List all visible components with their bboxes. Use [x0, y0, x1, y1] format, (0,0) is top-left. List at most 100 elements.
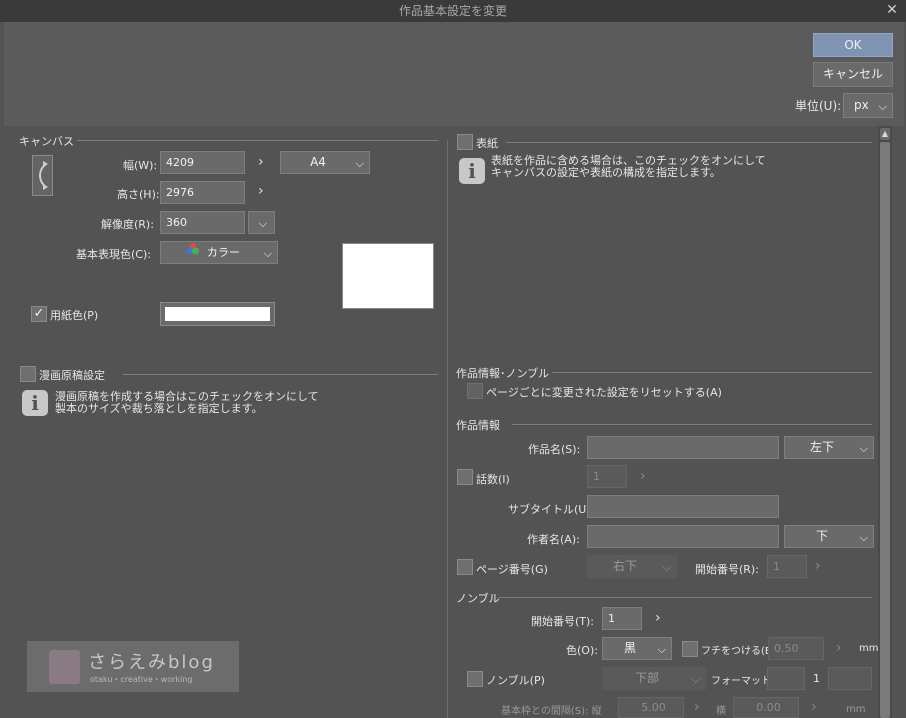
work-info-nombre-header: 作品情報･ノンブル [456, 365, 872, 380]
page-number-position-value: 右下 [612, 559, 637, 573]
width-label: 幅(W): [123, 159, 158, 172]
nombre-section-title: ノンブル [456, 592, 500, 605]
unit-select[interactable]: px ⌵ [843, 93, 893, 118]
title-position-select[interactable]: 左下 ⌵ [784, 436, 874, 459]
nombre-section-header: ノンブル [456, 590, 872, 605]
title-label: 作品名(S): [528, 443, 581, 456]
author-position-select[interactable]: 下 ⌵ [784, 525, 874, 548]
section-divider [123, 374, 438, 375]
dialog-window: 作品基本設定を変更 ✕ OK キャンセル 単位(U): px ⌵ キャンバス 幅… [0, 0, 906, 718]
color-mode-select[interactable]: カラー ⌵ [160, 241, 278, 264]
paper-color-checkbox[interactable]: ✓ [31, 306, 47, 322]
cover-checkbox[interactable] [457, 134, 473, 150]
height-label: 高さ(H): [117, 188, 160, 201]
close-icon[interactable]: ✕ [884, 2, 900, 18]
chevron-down-icon: ⌵ [859, 531, 868, 544]
page-number-checkbox[interactable] [457, 559, 473, 575]
nombre-start-label: 開始番号(T): [531, 615, 595, 628]
resolution-dropdown-button[interactable]: ⌵ [248, 211, 275, 234]
edge-width-input[interactable]: 0.50 [768, 637, 824, 660]
chevron-right-icon[interactable]: › [640, 468, 646, 484]
nombre-color-label: 色(O): [566, 644, 598, 657]
nombre-position-select[interactable]: 下部 ⌵ [602, 667, 706, 690]
chevron-right-icon[interactable]: › [694, 699, 700, 715]
nombre-checkbox[interactable] [467, 671, 483, 687]
spacing-label: 基本枠との間隔(S): 縦 [501, 706, 602, 717]
chevron-down-icon: ⌵ [691, 673, 700, 686]
size-preset-value: A4 [310, 155, 326, 169]
scrollbar-thumb[interactable] [880, 142, 890, 718]
unit-value: px [854, 98, 869, 112]
episode-label: 話数(I) [476, 473, 510, 486]
episode-checkbox[interactable] [457, 469, 473, 485]
scroll-up-icon[interactable]: ▲ [880, 128, 890, 140]
section-divider [77, 140, 438, 141]
info-line: 製本のサイズや裁ち落としを指定します。 [55, 402, 263, 415]
title-bar: 作品基本設定を変更 ✕ [0, 0, 906, 22]
author-label: 作者名(A): [527, 533, 580, 546]
edge-checkbox[interactable] [682, 641, 698, 657]
page-number-label: ページ番号(G) [476, 563, 548, 576]
top-button-area [4, 22, 904, 126]
cancel-button[interactable]: キャンセル [813, 62, 893, 87]
chevron-right-icon[interactable]: › [815, 558, 821, 574]
title-input[interactable] [587, 436, 779, 459]
nombre-label: ノンブル(P) [486, 674, 545, 687]
format-prefix-input[interactable] [767, 667, 805, 690]
watermark-logo: さらえみblog otaku・creative・working [27, 641, 239, 692]
watermark-subtitle: otaku・creative・working [90, 675, 193, 684]
author-input[interactable] [587, 525, 779, 548]
canvas-preview [342, 243, 434, 309]
chevron-right-icon[interactable]: › [811, 699, 817, 715]
ok-button[interactable]: OK [813, 33, 893, 57]
chevron-down-icon: ⌵ [657, 643, 666, 656]
rotate-orientation-icon[interactable] [32, 155, 53, 196]
episode-input[interactable]: 1 [587, 465, 627, 488]
subtitle-input[interactable] [587, 495, 779, 518]
chevron-down-icon: ⌵ [258, 217, 267, 230]
info-icon: i [459, 158, 485, 184]
size-preset-select[interactable]: A4 ⌵ [280, 151, 370, 174]
chevron-right-icon[interactable]: › [655, 610, 661, 626]
edge-label: フチをつける(E) [701, 646, 776, 657]
nombre-start-input[interactable]: 1 [602, 607, 642, 630]
spacing-unit: mm [846, 704, 866, 715]
reset-page-settings-label: ページごとに変更された設定をリセットする(A) [486, 386, 722, 399]
page-number-position-select[interactable]: 右下 ⌵ [587, 555, 677, 578]
chevron-down-icon: ⌵ [355, 157, 364, 170]
resolution-input[interactable]: 360 [160, 211, 245, 234]
title-position-value: 左下 [809, 440, 834, 454]
section-divider [512, 424, 872, 425]
chevron-down-icon: ⌵ [859, 442, 868, 455]
spacing-vertical-input[interactable]: 5.00 [618, 697, 684, 718]
paper-color-swatch[interactable] [160, 302, 275, 326]
column-divider [447, 140, 448, 718]
width-input[interactable]: 4209 [160, 151, 245, 174]
nombre-color-select[interactable]: 黒 ⌵ [602, 637, 672, 660]
chevron-down-icon: ⌵ [662, 561, 671, 574]
start-number-input[interactable]: 1 [767, 555, 807, 578]
format-label: フォーマット: [711, 676, 775, 687]
color-mode-label: 基本表現色(C): [76, 248, 151, 261]
chevron-right-icon[interactable]: › [258, 183, 264, 199]
manga-section-header: 漫画原稿設定 [39, 367, 438, 382]
watermark-title: さらえみblog [88, 652, 215, 673]
manga-settings-checkbox[interactable] [20, 366, 36, 382]
work-info-header: 作品情報 [456, 417, 872, 432]
resolution-label: 解像度(R): [101, 218, 154, 231]
chevron-right-icon[interactable]: › [836, 640, 842, 656]
spacing-horizontal-input[interactable]: 0.00 [733, 697, 799, 718]
height-input[interactable]: 2976 [160, 181, 245, 204]
author-position-value: 下 [815, 529, 828, 543]
chevron-right-icon[interactable]: › [258, 154, 264, 170]
format-suffix-input[interactable] [828, 667, 872, 690]
info-icon: i [22, 390, 48, 416]
section-divider [506, 142, 872, 143]
format-value: 1 [813, 672, 820, 685]
section-divider [552, 372, 872, 373]
color-wheel-icon [186, 242, 200, 263]
chevron-down-icon: ⌵ [878, 100, 887, 113]
cover-section-header: 表紙 [476, 135, 872, 150]
reset-page-settings-checkbox[interactable] [467, 383, 483, 399]
cover-section-title: 表紙 [476, 137, 498, 150]
